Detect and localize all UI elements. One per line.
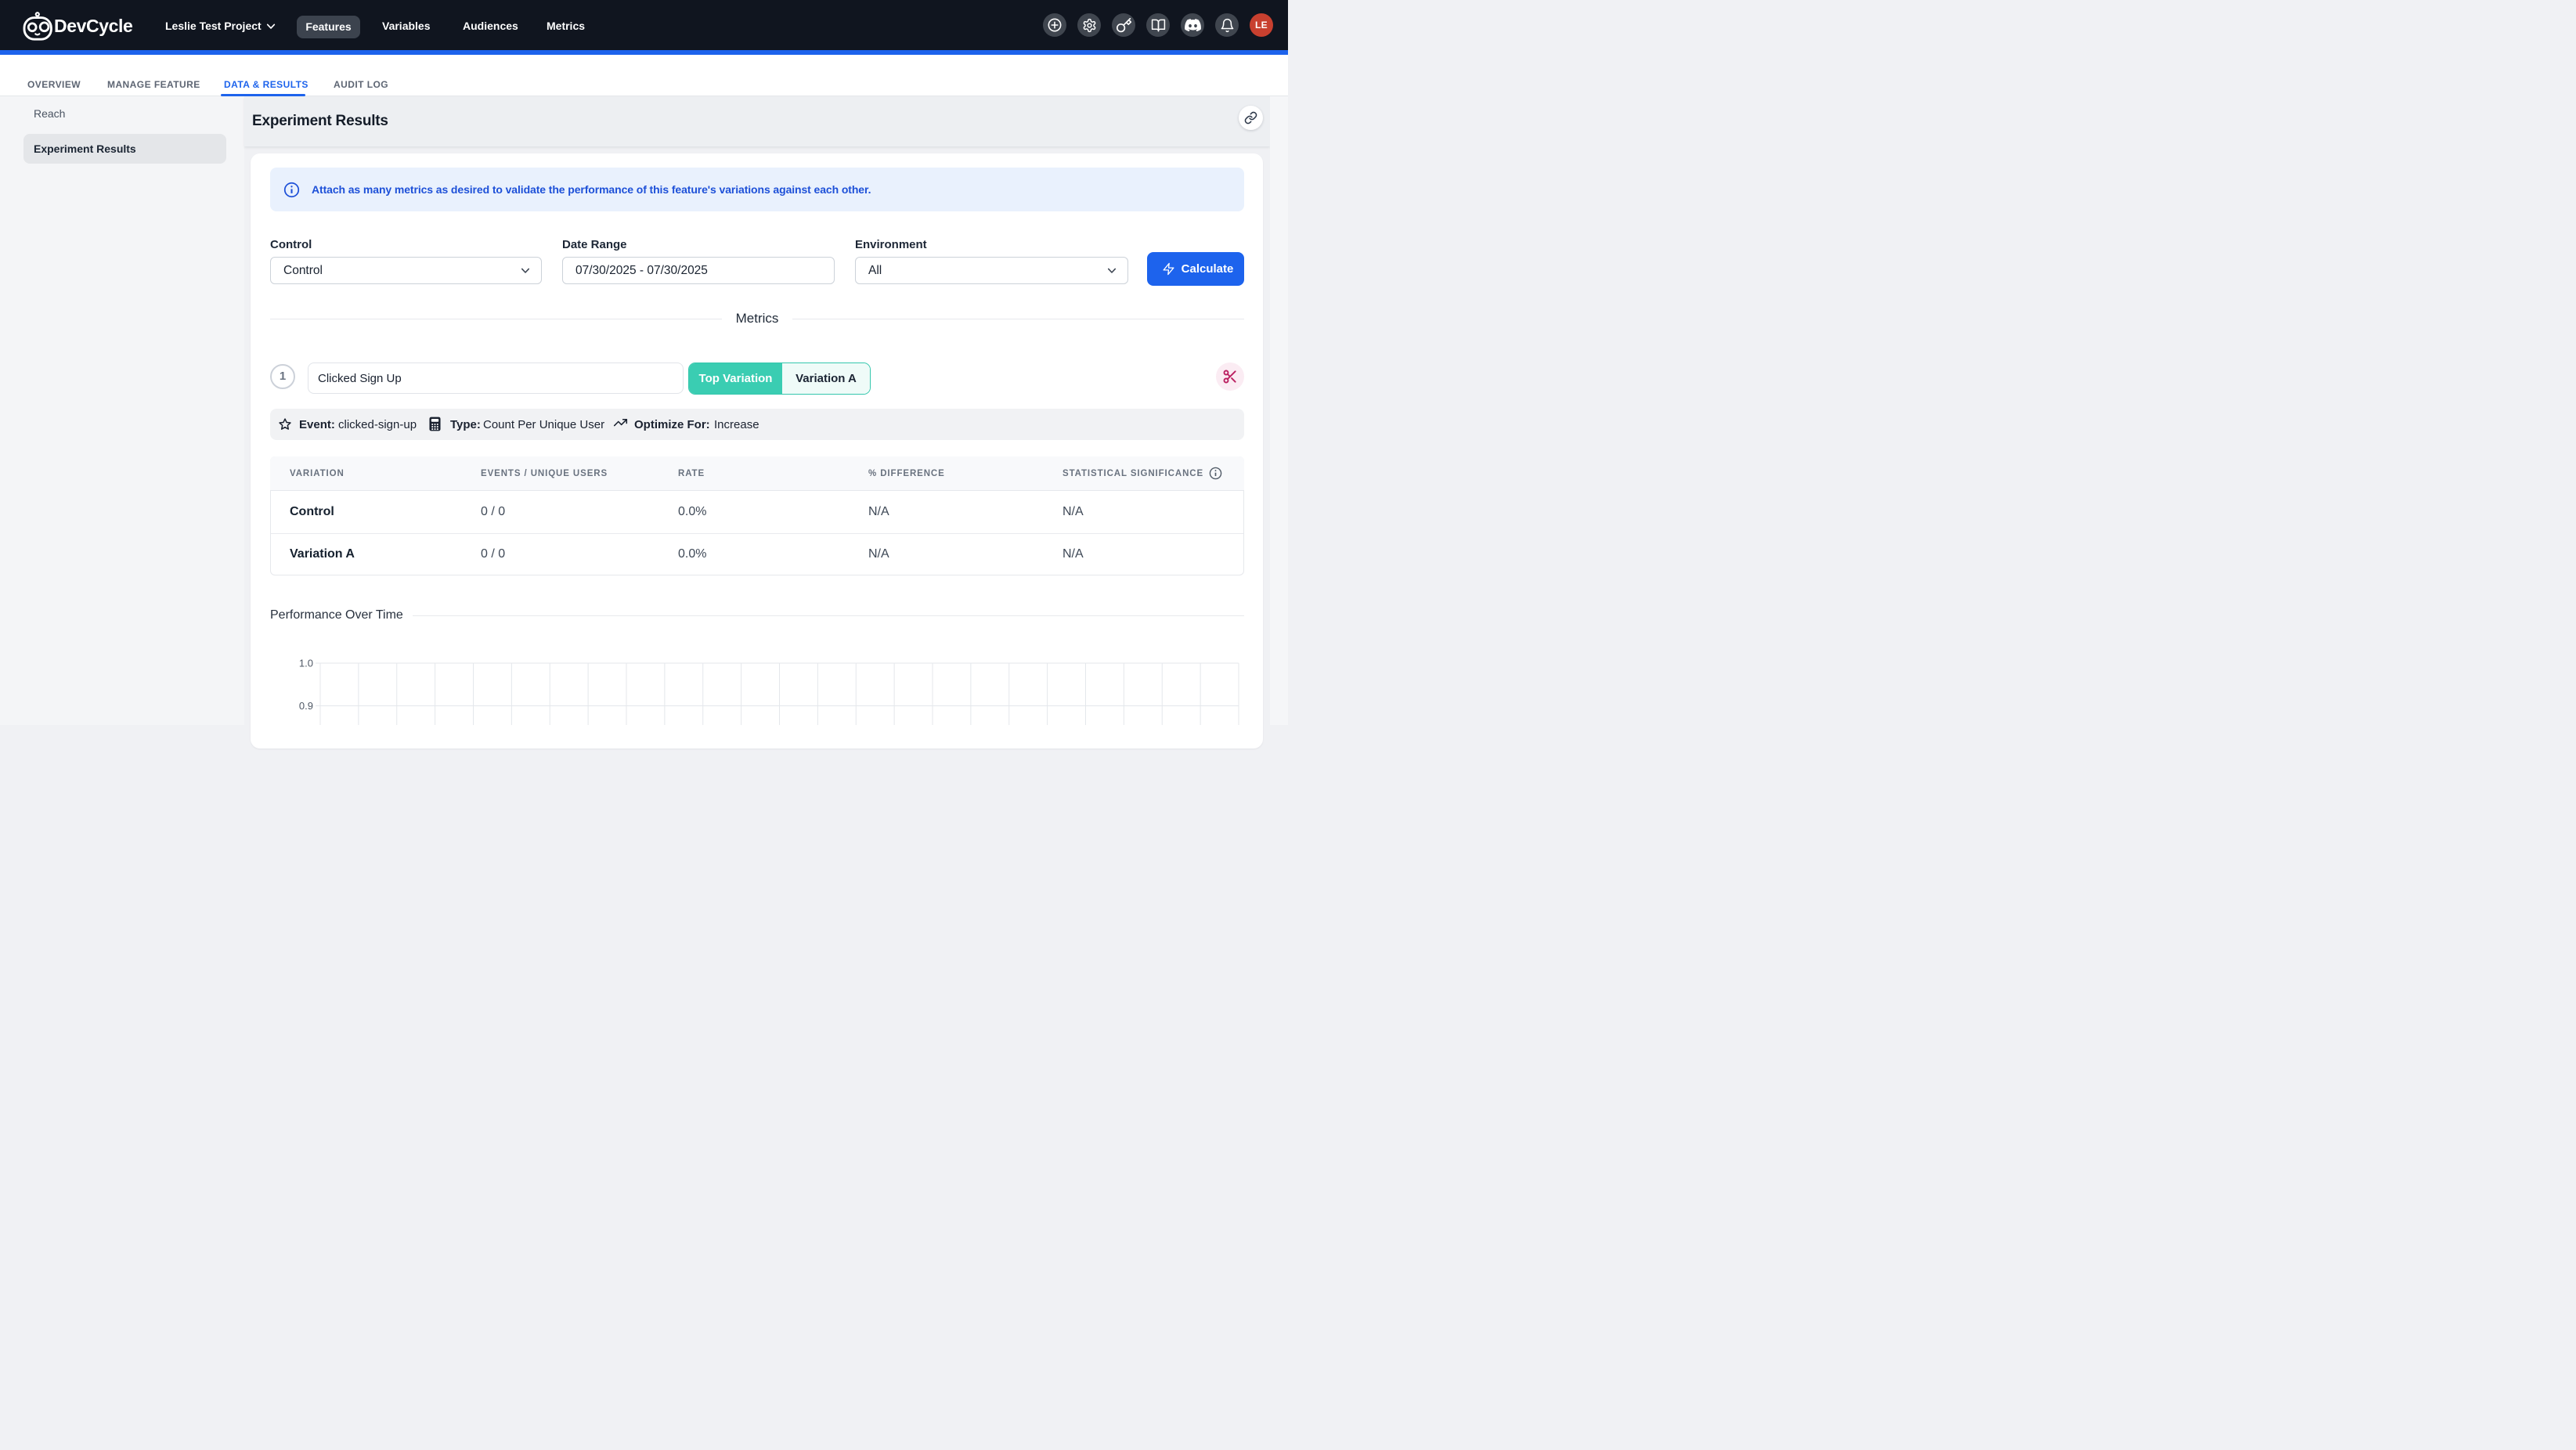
svg-text:0.9: 0.9 xyxy=(299,700,313,712)
svg-text:1.0: 1.0 xyxy=(299,658,313,669)
